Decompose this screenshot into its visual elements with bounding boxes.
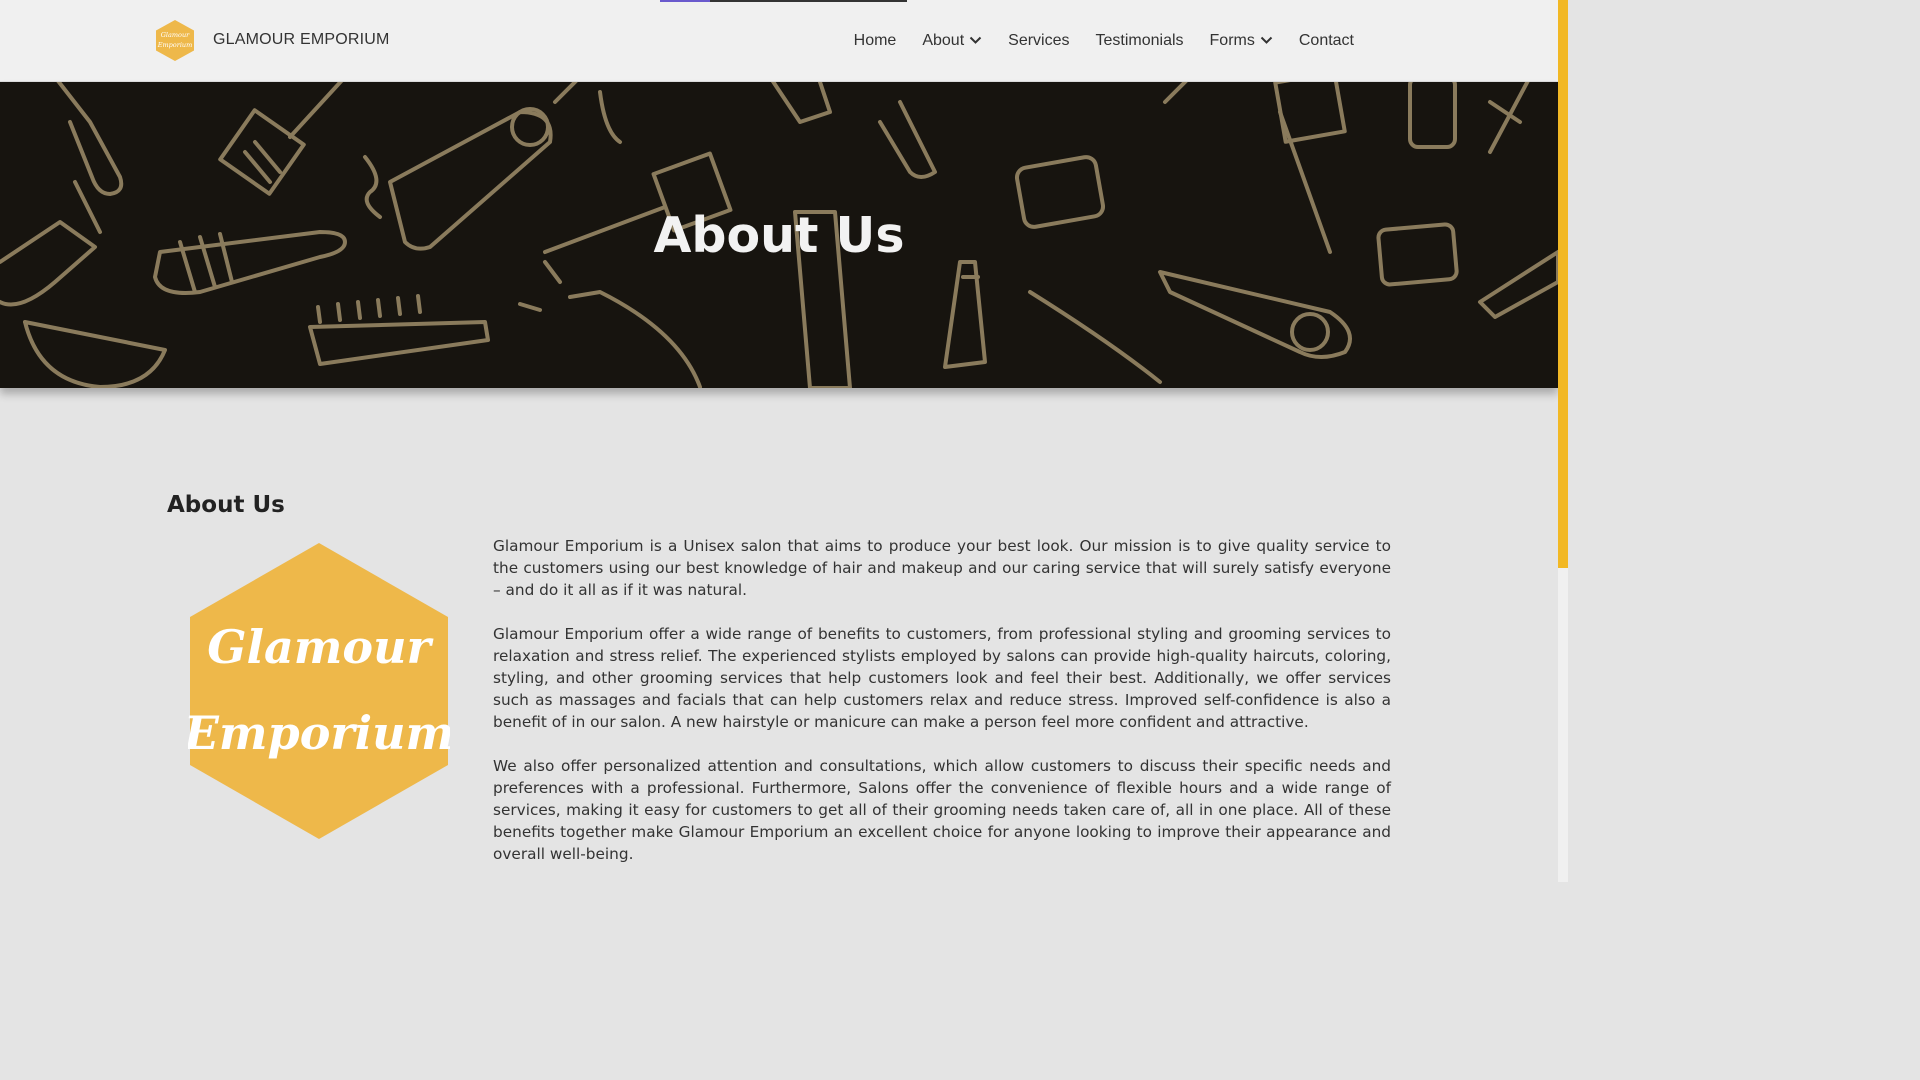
navbar: Glamour Emporium GLAMOUR EMPORIUM Home A… bbox=[0, 0, 1558, 82]
scrollbar-thumb[interactable] bbox=[1558, 0, 1568, 568]
nav-home[interactable]: Home bbox=[854, 32, 897, 50]
about-description: Glamour Emporium is a Unisex salon that … bbox=[493, 535, 1391, 887]
about-paragraph: We also offer personalized attention and… bbox=[493, 757, 1391, 863]
nav-services[interactable]: Services bbox=[1008, 32, 1069, 50]
nav-contact[interactable]: Contact bbox=[1299, 32, 1354, 50]
chevron-down-icon bbox=[1260, 36, 1273, 44]
svg-text:Emporium: Emporium bbox=[157, 41, 193, 49]
main-nav: Home About Services Testimonials Forms C… bbox=[828, 0, 1354, 81]
nav-about[interactable]: About bbox=[922, 32, 982, 50]
section-heading: About Us bbox=[167, 492, 285, 518]
scrollbar-track[interactable] bbox=[1558, 568, 1568, 882]
hero-title: About Us bbox=[653, 207, 905, 264]
chevron-down-icon bbox=[969, 36, 982, 44]
about-paragraph: Glamour Emporium is a Unisex salon that … bbox=[493, 537, 1391, 599]
salon-logo: Glamour Emporium bbox=[188, 543, 450, 839]
about-paragraph: Glamour Emporium offer a wide range of b… bbox=[493, 625, 1391, 731]
brand-logo[interactable]: Glamour Emporium bbox=[155, 19, 195, 62]
nav-forms[interactable]: Forms bbox=[1210, 32, 1273, 50]
svg-text:Glamour: Glamour bbox=[207, 620, 434, 674]
brand-name[interactable]: GLAMOUR EMPORIUM bbox=[213, 31, 390, 49]
nav-testimonials[interactable]: Testimonials bbox=[1096, 32, 1184, 50]
hero-banner: About Us bbox=[0, 82, 1558, 388]
svg-text:Emporium: Emporium bbox=[188, 706, 450, 760]
svg-text:Glamour: Glamour bbox=[161, 31, 190, 39]
